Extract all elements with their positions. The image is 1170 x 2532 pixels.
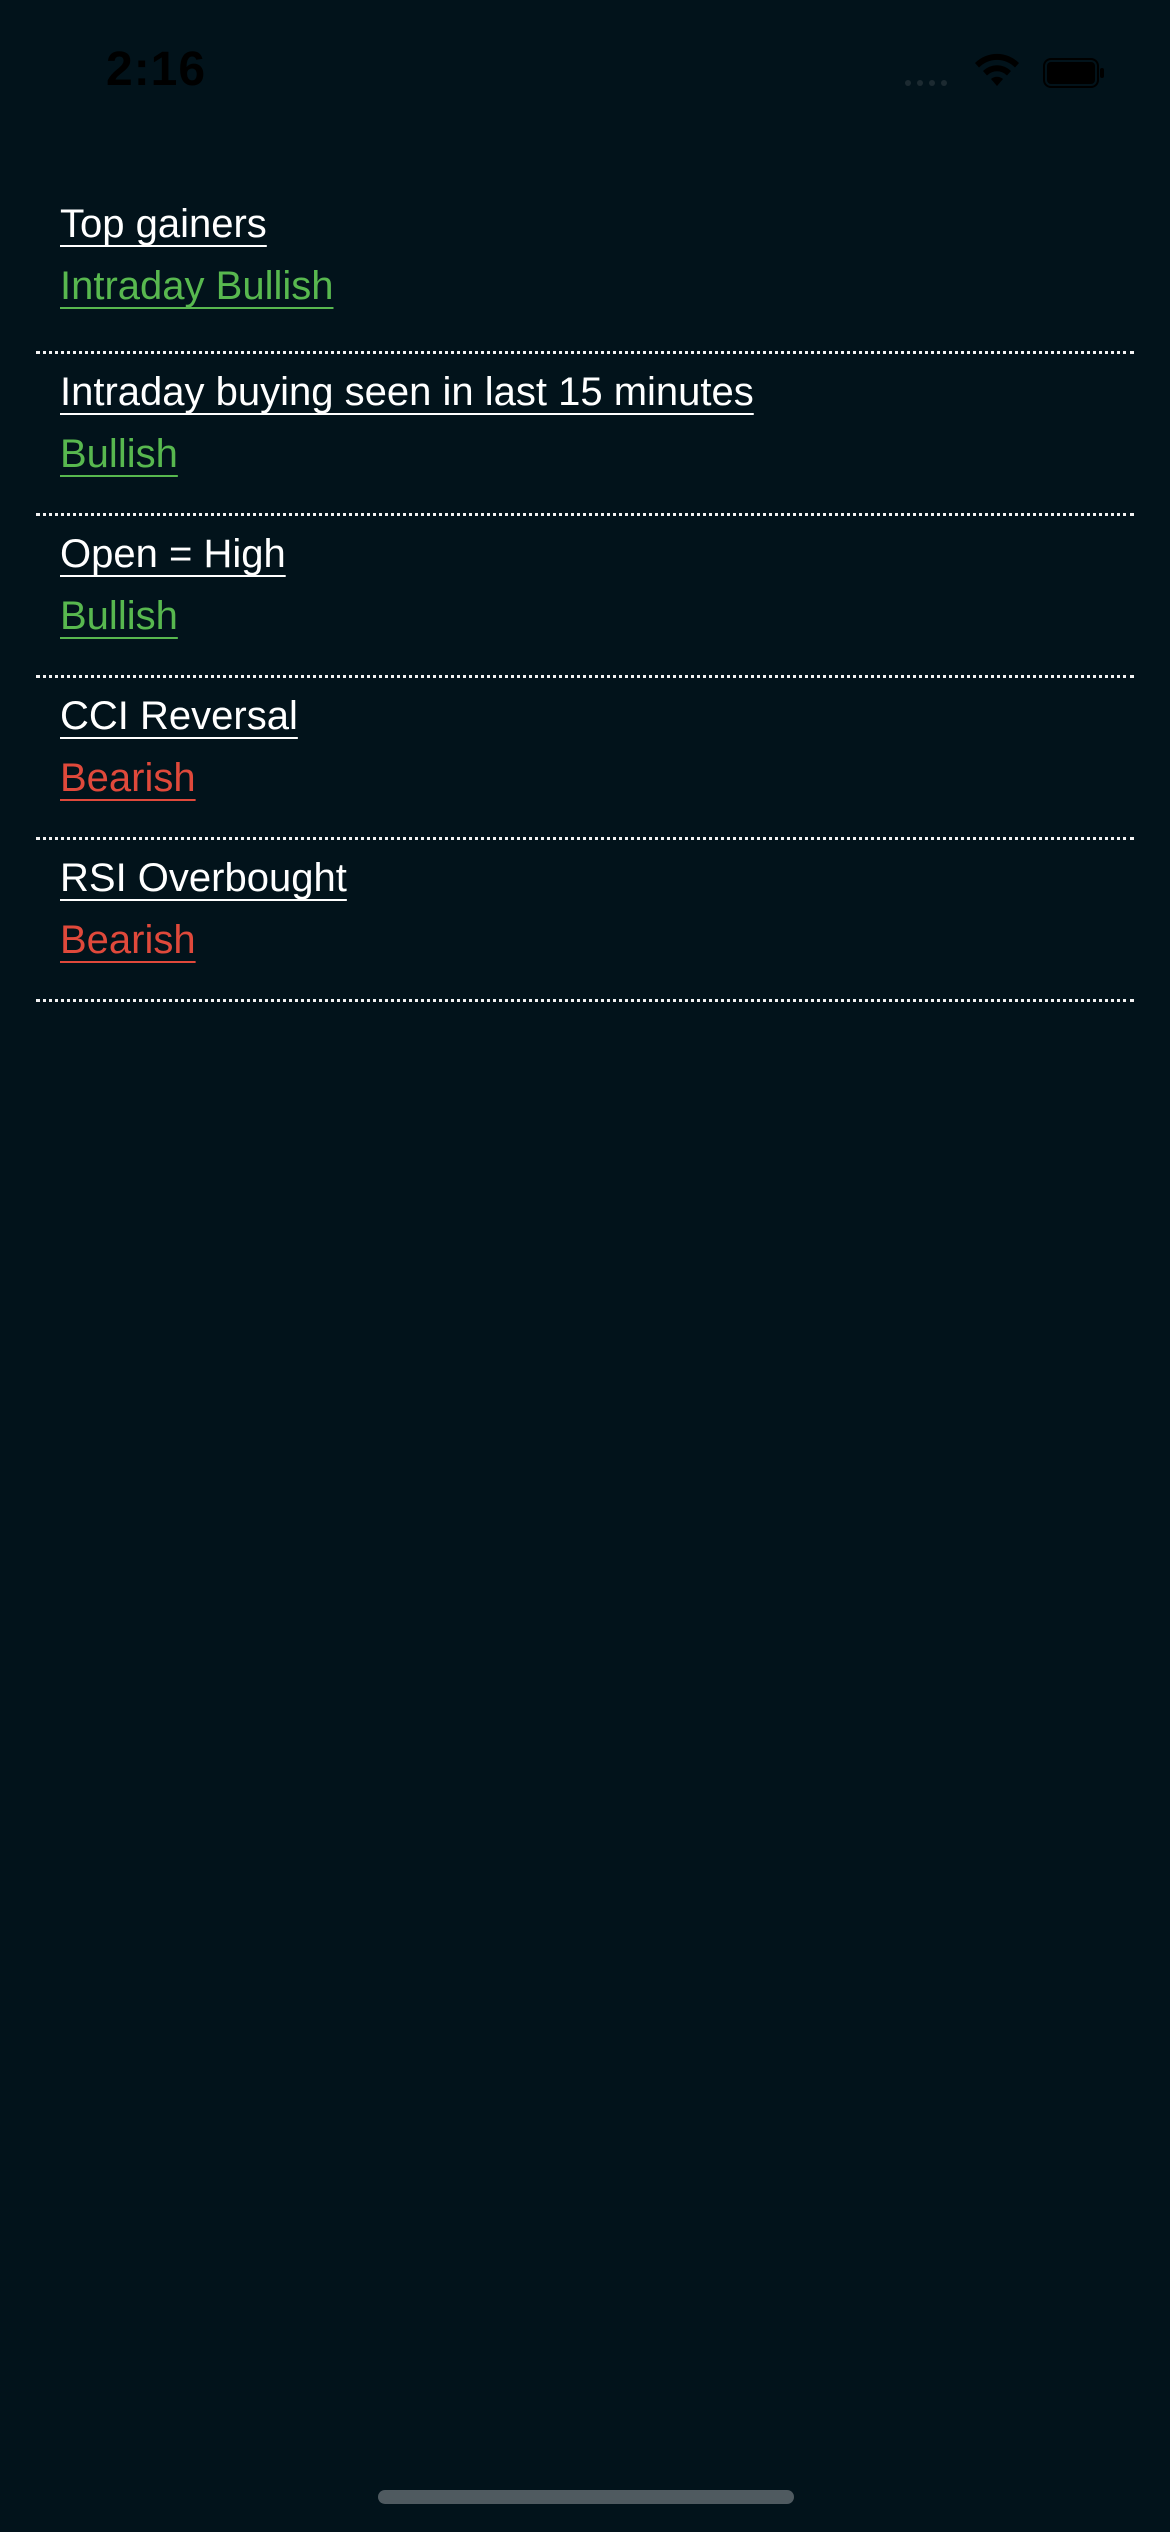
alert-signal-link[interactable]: Bearish (60, 916, 196, 964)
status-bar: 2:16 (0, 0, 1170, 140)
list-item[interactable]: Open = High Bullish (36, 516, 1134, 678)
alert-name-link[interactable]: RSI Overbought (60, 854, 347, 902)
list-item[interactable]: Intraday buying seen in last 15 minutes … (36, 354, 1134, 516)
list-item[interactable]: CCI Reversal Bearish (36, 678, 1134, 840)
alerts-list: Top gainers Intraday Bullish Intraday bu… (36, 192, 1134, 1002)
alert-signal-link[interactable]: Bullish (60, 430, 178, 478)
battery-icon (1043, 58, 1104, 88)
cellular-signal-icon (905, 80, 947, 86)
alert-signal-link[interactable]: Bearish (60, 754, 196, 802)
alert-name-link[interactable]: CCI Reversal (60, 692, 298, 740)
list-item[interactable]: RSI Overbought Bearish (36, 840, 1134, 1002)
alert-name-link[interactable]: Intraday buying seen in last 15 minutes (60, 368, 754, 416)
alert-signal-link[interactable]: Bullish (60, 592, 178, 640)
alert-signal-link[interactable]: Intraday Bullish (60, 262, 333, 310)
status-time: 2:16 (106, 43, 207, 96)
wifi-icon (975, 53, 1019, 86)
home-indicator[interactable] (378, 2490, 794, 2504)
alert-name-link[interactable]: Open = High (60, 530, 286, 578)
alert-name-link[interactable]: Top gainers (60, 200, 267, 248)
list-item[interactable]: Top gainers Intraday Bullish (36, 192, 1134, 354)
